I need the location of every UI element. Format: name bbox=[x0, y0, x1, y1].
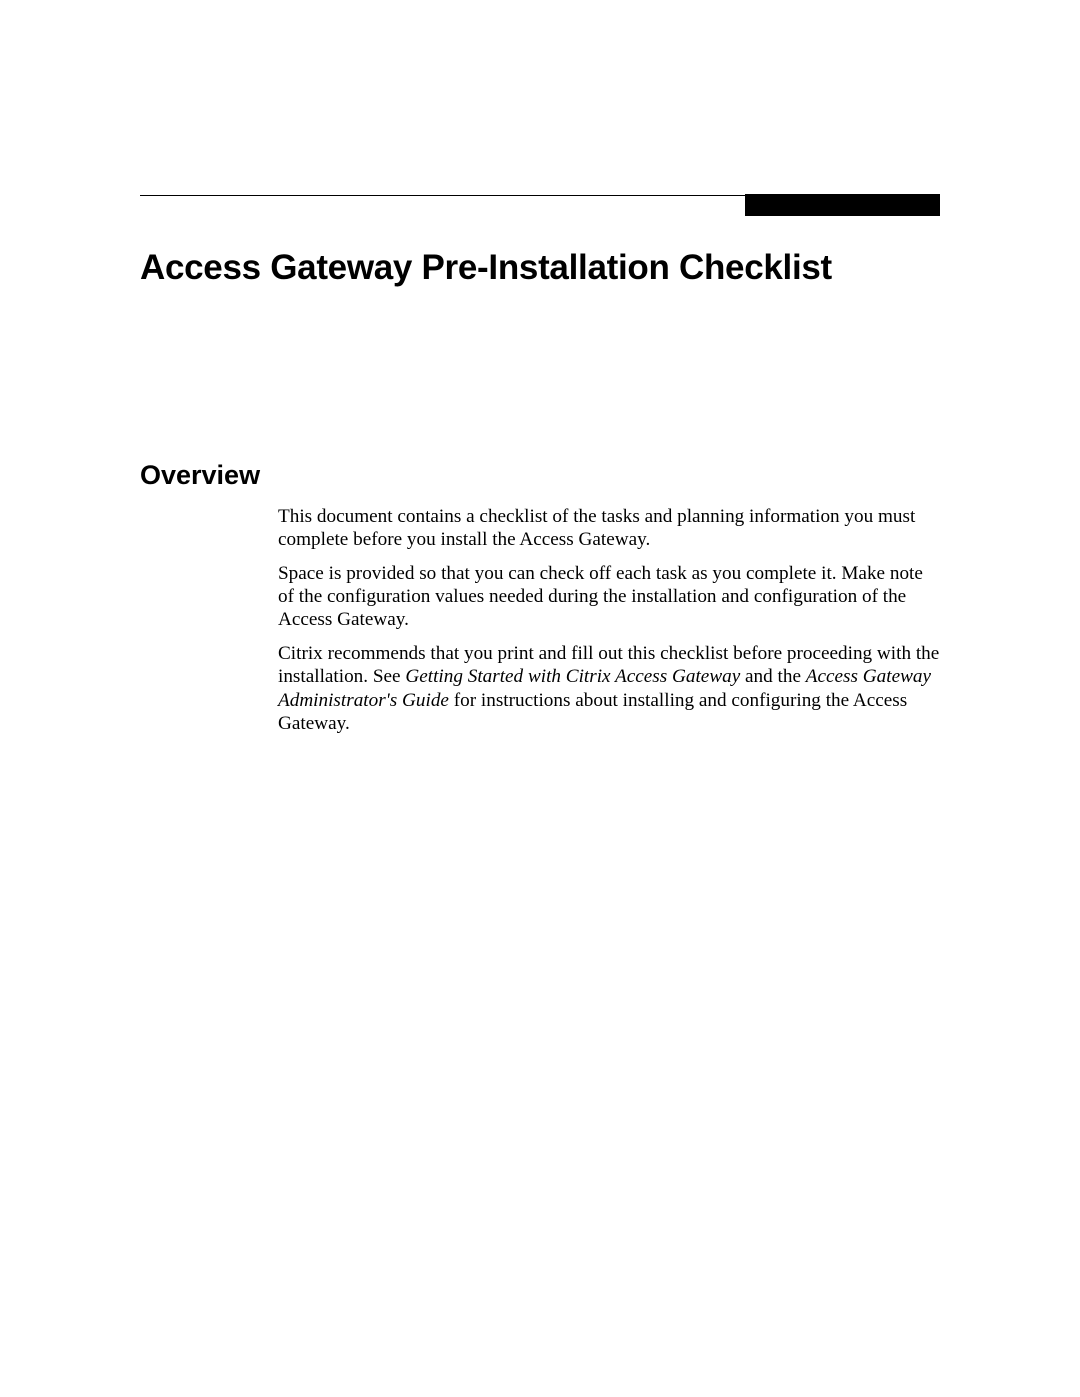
header-rule bbox=[140, 195, 745, 196]
header-black-box bbox=[745, 194, 940, 216]
section-heading-overview: Overview bbox=[140, 460, 940, 491]
header-rule-row bbox=[140, 195, 940, 216]
p3-italic-1: Getting Started with Citrix Access Gatew… bbox=[405, 666, 740, 687]
body-text-block: This document contains a checklist of th… bbox=[140, 505, 940, 736]
document-title: Access Gateway Pre-Installation Checklis… bbox=[140, 246, 940, 290]
document-page: Access Gateway Pre-Installation Checklis… bbox=[0, 0, 1080, 736]
p3-text-2: and the bbox=[740, 666, 806, 687]
overview-paragraph-2: Space is provided so that you can check … bbox=[278, 562, 940, 632]
overview-paragraph-3: Citrix recommends that you print and fil… bbox=[278, 642, 940, 736]
overview-paragraph-1: This document contains a checklist of th… bbox=[278, 505, 940, 552]
